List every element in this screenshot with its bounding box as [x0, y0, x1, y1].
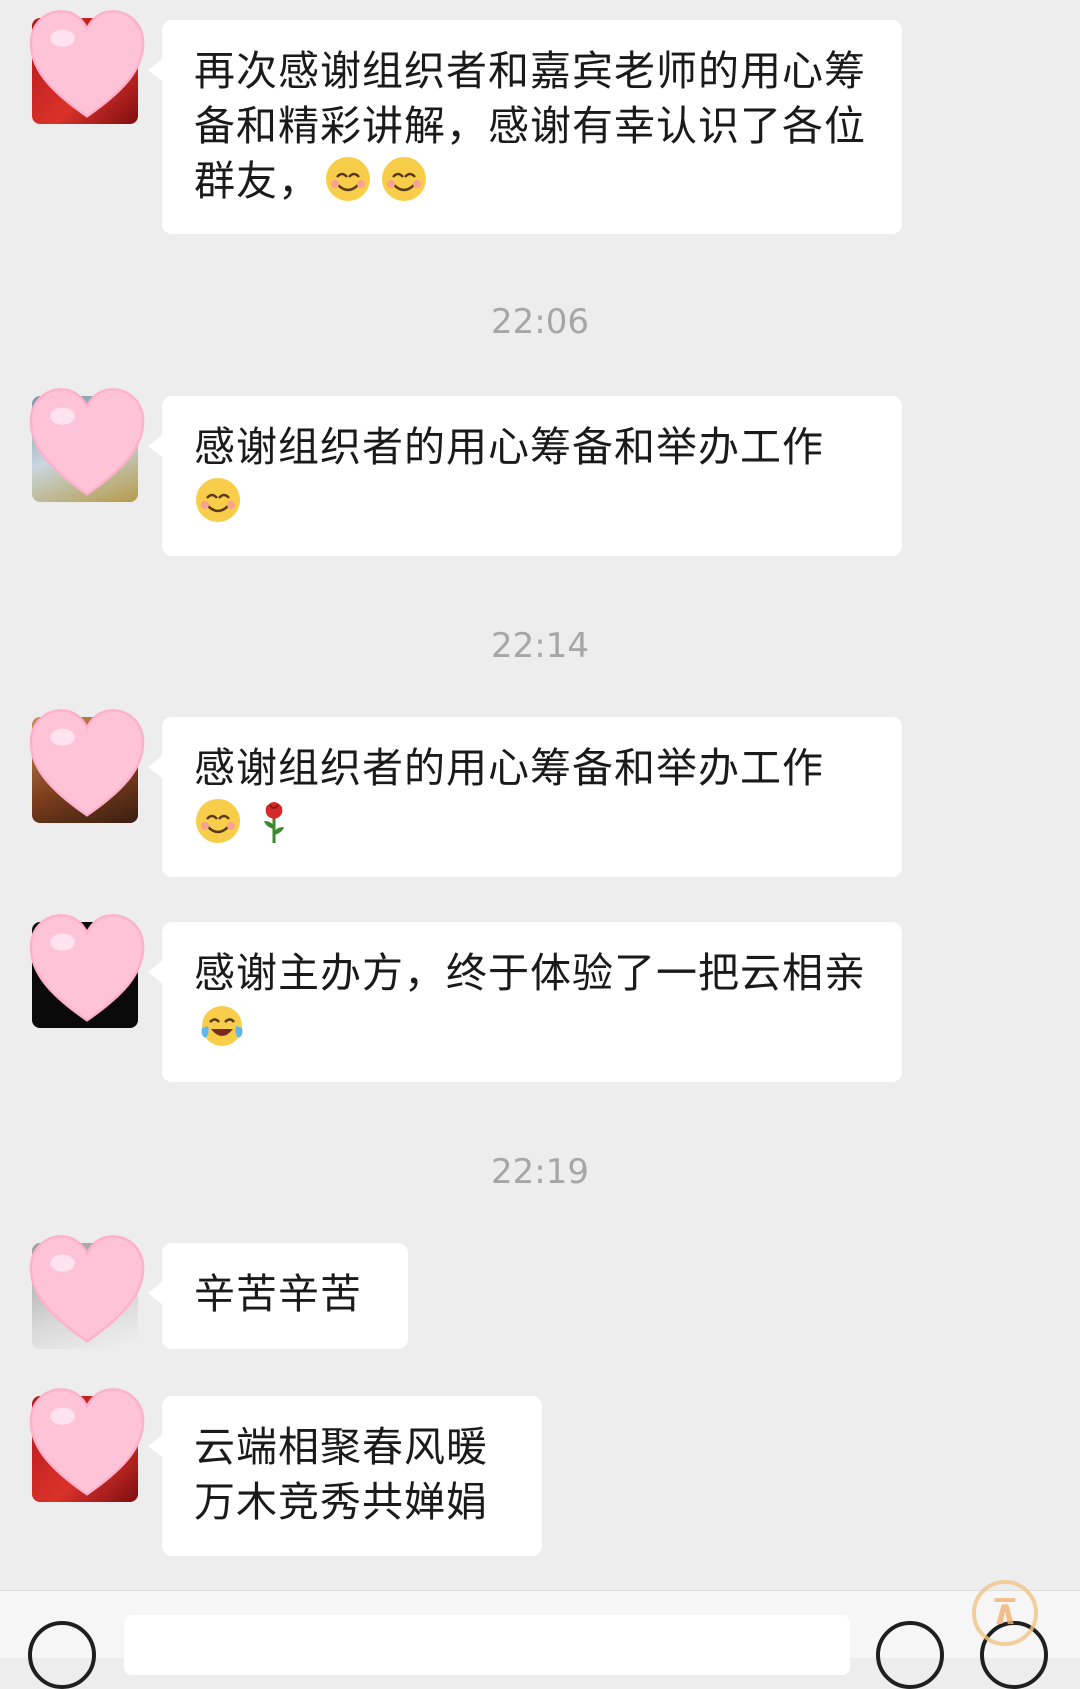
message-text: 再次感谢组织者和嘉宾老师的用心筹备和精彩讲解，感谢有幸认识了各位群友， — [194, 47, 866, 205]
message-bubble[interactable]: 再次感谢组织者和嘉宾老师的用心筹备和精彩讲解，感谢有幸认识了各位群友， — [148, 20, 902, 234]
heart-sticker-icon — [29, 10, 145, 118]
emoji-button-icon[interactable] — [876, 1621, 944, 1689]
avatar[interactable] — [29, 388, 145, 502]
avatar[interactable] — [29, 914, 145, 1028]
message-text: 感谢组织者的用心筹备和举办工作 — [194, 423, 824, 471]
heart-sticker-icon — [29, 709, 145, 817]
message-input[interactable] — [124, 1615, 850, 1675]
timestamp: 22:06 — [491, 302, 589, 342]
message-text: 辛苦辛苦 — [194, 1270, 362, 1318]
voice-icon[interactable] — [28, 1621, 96, 1689]
message-text-line: 万木竞秀共婵娟 — [194, 1478, 488, 1526]
heart-sticker-icon — [29, 388, 145, 496]
message-bubble[interactable]: 辛苦辛苦 — [148, 1243, 408, 1349]
rose-emoji-icon — [264, 802, 284, 843]
message-text-line: 云端相聚春风暖 — [194, 1423, 488, 1471]
avatar[interactable] — [29, 1388, 145, 1502]
smile-emoji-icon — [196, 799, 240, 843]
message-text: 感谢主办方，终于体验了一把云相亲 — [194, 949, 866, 997]
bottom-input-bar — [0, 1590, 1080, 1689]
message-text: 感谢组织者的用心筹备和举办工作 — [194, 744, 824, 792]
timestamp: 22:19 — [491, 1152, 589, 1192]
avatar[interactable] — [29, 1235, 145, 1349]
message-bubble[interactable]: 感谢组织者的用心筹备和举办工作 — [148, 717, 902, 877]
avatar[interactable] — [29, 10, 145, 124]
watermark-logo-icon: ⊼ — [972, 1580, 1038, 1646]
smile-emoji-icon — [326, 157, 370, 201]
smile-emoji-icon — [196, 478, 240, 522]
tears-of-joy-emoji-icon — [201, 1006, 243, 1046]
heart-sticker-icon — [29, 914, 145, 1022]
heart-sticker-icon — [29, 1235, 145, 1343]
message-bubble[interactable]: 云端相聚春风暖 万木竞秀共婵娟 — [148, 1396, 542, 1556]
message-bubble[interactable]: 感谢组织者的用心筹备和举办工作 — [148, 396, 902, 556]
avatar[interactable] — [29, 709, 145, 823]
heart-sticker-icon — [29, 1388, 145, 1496]
smile-emoji-icon — [382, 157, 426, 201]
message-bubble[interactable]: 感谢主办方，终于体验了一把云相亲 — [148, 922, 902, 1082]
timestamp: 22:14 — [491, 626, 589, 666]
